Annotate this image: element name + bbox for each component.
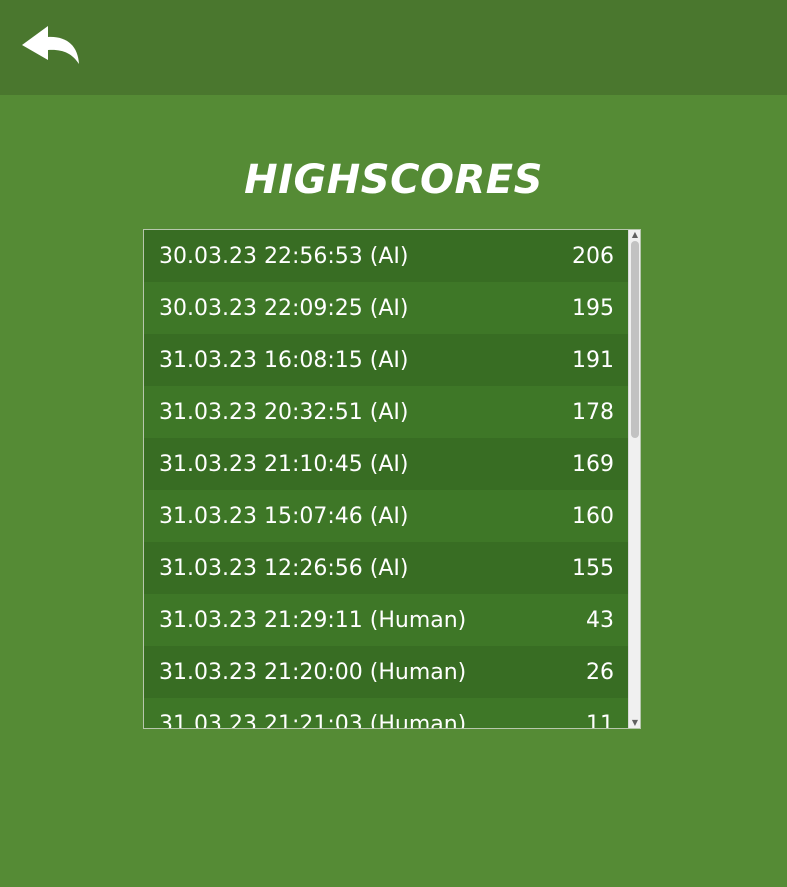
score-entry-label: 31.03.23 21:10:45 (AI) [159,451,409,477]
score-entry-label: 31.03.23 15:07:46 (AI) [159,503,409,529]
score-value: 155 [572,555,614,581]
list-item[interactable]: 30.03.23 22:56:53 (AI) 206 [144,230,629,282]
list-item[interactable]: 31.03.23 21:10:45 (AI) 169 [144,438,629,490]
list-item[interactable]: 31.03.23 16:08:15 (AI) 191 [144,334,629,386]
score-value: 178 [572,399,614,425]
scroll-up-arrow-icon[interactable]: ▲ [630,230,640,240]
top-bar [0,0,787,95]
score-entry-label: 31.03.23 21:21:03 (Human) [159,711,467,729]
score-value: 195 [572,295,614,321]
list-item[interactable]: 31.03.23 20:32:51 (AI) 178 [144,386,629,438]
highscore-rows: 30.03.23 22:56:53 (AI) 206 30.03.23 22:0… [144,230,629,729]
score-entry-label: 31.03.23 12:26:56 (AI) [159,555,409,581]
list-item[interactable]: 31.03.23 15:07:46 (AI) 160 [144,490,629,542]
list-item[interactable]: 31.03.23 12:26:56 (AI) 155 [144,542,629,594]
highscore-list[interactable]: 30.03.23 22:56:53 (AI) 206 30.03.23 22:0… [143,229,641,729]
score-value: 206 [572,243,614,269]
score-value: 43 [586,607,614,633]
score-value: 26 [586,659,614,685]
list-item[interactable]: 30.03.23 22:09:25 (AI) 195 [144,282,629,334]
list-item[interactable]: 31.03.23 21:21:03 (Human) 11 [144,698,629,729]
list-item[interactable]: 31.03.23 21:29:11 (Human) 43 [144,594,629,646]
score-entry-label: 31.03.23 16:08:15 (AI) [159,347,409,373]
score-value: 191 [572,347,614,373]
scroll-thumb[interactable] [631,241,639,438]
score-entry-label: 30.03.23 22:09:25 (AI) [159,295,409,321]
score-entry-label: 31.03.23 21:20:00 (Human) [159,659,467,685]
score-value: 160 [572,503,614,529]
scroll-down-arrow-icon[interactable]: ▼ [630,718,640,728]
list-item[interactable]: 31.03.23 21:20:00 (Human) 26 [144,646,629,698]
score-entry-label: 30.03.23 22:56:53 (AI) [159,243,409,269]
page-title: HIGHSCORES [244,157,543,203]
score-entry-label: 31.03.23 20:32:51 (AI) [159,399,409,425]
vertical-scrollbar[interactable]: ▲ ▼ [628,230,640,728]
back-button[interactable] [18,20,88,72]
score-entry-label: 31.03.23 21:29:11 (Human) [159,607,467,633]
back-arrow-icon [22,26,79,64]
score-value: 169 [572,451,614,477]
score-value: 11 [586,711,614,729]
